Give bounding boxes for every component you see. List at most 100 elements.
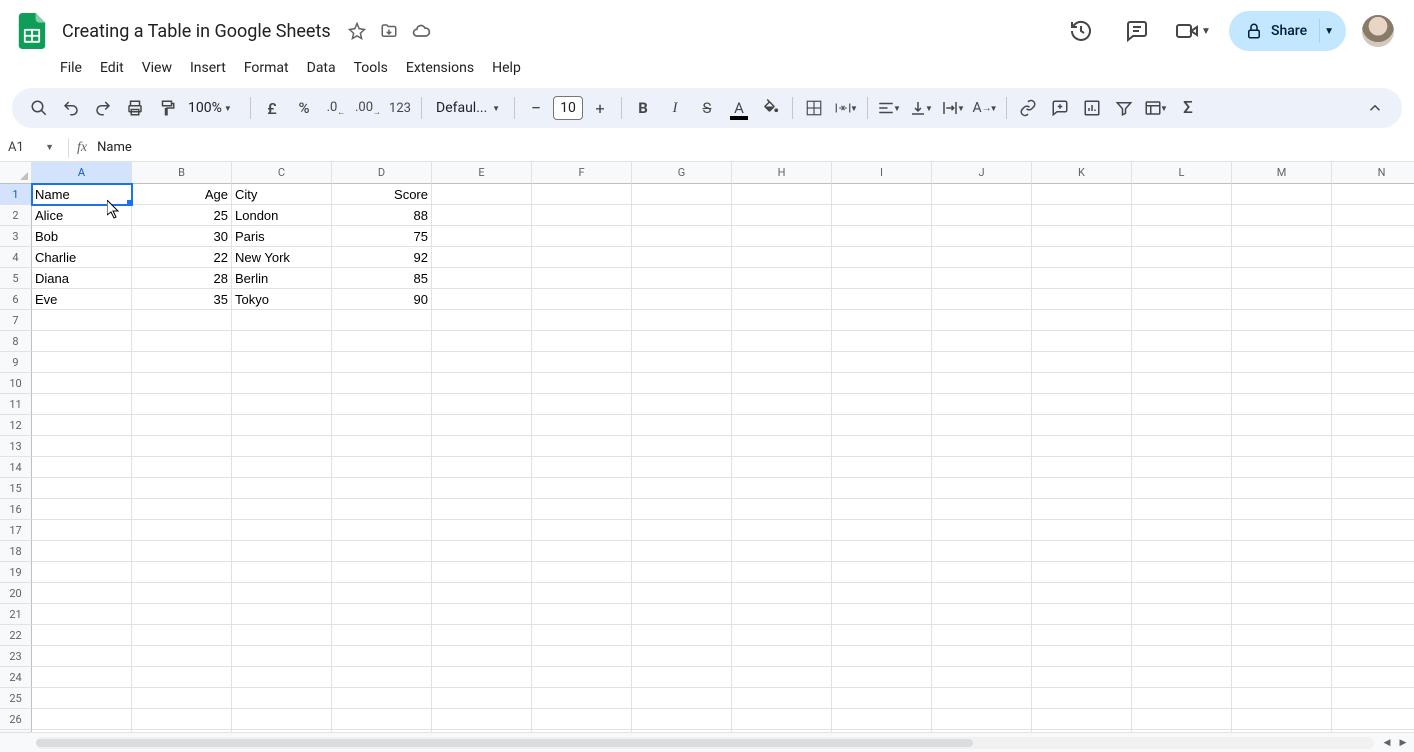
cell[interactable] — [1332, 520, 1414, 541]
fill-color-icon[interactable] — [756, 93, 786, 123]
cell[interactable] — [1132, 604, 1232, 625]
cell[interactable] — [132, 415, 232, 436]
cell[interactable] — [1132, 205, 1232, 226]
cell[interactable] — [432, 688, 532, 709]
cell[interactable] — [1232, 352, 1332, 373]
cell[interactable] — [632, 205, 732, 226]
row-header[interactable]: 12 — [0, 415, 32, 436]
cell[interactable] — [1232, 562, 1332, 583]
cell[interactable] — [1032, 667, 1132, 688]
cell[interactable] — [232, 541, 332, 562]
cell[interactable] — [1232, 625, 1332, 646]
cell[interactable] — [932, 352, 1032, 373]
cell[interactable] — [1232, 478, 1332, 499]
text-wrap-icon[interactable]: ▼ — [938, 93, 968, 123]
row-header[interactable]: 11 — [0, 394, 32, 415]
cell[interactable] — [832, 352, 932, 373]
cell[interactable] — [332, 604, 432, 625]
cell[interactable] — [1332, 247, 1414, 268]
cell[interactable] — [632, 436, 732, 457]
cell[interactable] — [732, 247, 832, 268]
collapse-toolbar-icon[interactable] — [1360, 93, 1390, 123]
cell[interactable] — [232, 667, 332, 688]
cell[interactable] — [132, 604, 232, 625]
cell[interactable] — [732, 499, 832, 520]
cell[interactable] — [1332, 226, 1414, 247]
cell[interactable] — [232, 562, 332, 583]
cell[interactable] — [1232, 247, 1332, 268]
cell[interactable] — [432, 583, 532, 604]
cell[interactable] — [832, 247, 932, 268]
cell[interactable] — [732, 226, 832, 247]
cell[interactable] — [832, 373, 932, 394]
row-header[interactable]: 5 — [0, 268, 32, 289]
cell[interactable]: Diana — [32, 268, 132, 289]
cell[interactable] — [1232, 709, 1332, 730]
cell[interactable] — [732, 604, 832, 625]
cell[interactable] — [32, 415, 132, 436]
cell[interactable] — [1332, 478, 1414, 499]
cell[interactable] — [1232, 289, 1332, 310]
cell[interactable]: London — [232, 205, 332, 226]
column-header[interactable]: C — [232, 162, 332, 184]
cell[interactable] — [1032, 415, 1132, 436]
cell[interactable] — [332, 373, 432, 394]
cell[interactable] — [832, 310, 932, 331]
cell[interactable] — [32, 373, 132, 394]
cell[interactable] — [632, 289, 732, 310]
menu-format[interactable]: Format — [236, 56, 297, 80]
cell[interactable] — [932, 499, 1032, 520]
cell[interactable] — [332, 457, 432, 478]
menu-file[interactable]: File — [52, 56, 90, 80]
more-formats-icon[interactable]: 123 — [385, 93, 415, 123]
row-header[interactable]: 17 — [0, 520, 32, 541]
cell[interactable] — [732, 457, 832, 478]
currency-pound-icon[interactable]: £ — [257, 93, 287, 123]
cell[interactable] — [1132, 709, 1232, 730]
cell[interactable] — [432, 520, 532, 541]
cell[interactable]: Charlie — [32, 247, 132, 268]
cell[interactable] — [532, 646, 632, 667]
cell[interactable] — [832, 436, 932, 457]
strikethrough-icon[interactable]: S — [692, 93, 722, 123]
cell[interactable] — [932, 373, 1032, 394]
cell[interactable] — [1332, 583, 1414, 604]
cell[interactable] — [1032, 646, 1132, 667]
cell[interactable] — [832, 541, 932, 562]
row-header[interactable]: 19 — [0, 562, 32, 583]
column-header[interactable]: K — [1032, 162, 1132, 184]
cell[interactable]: Alice — [32, 205, 132, 226]
cell[interactable] — [332, 478, 432, 499]
cell[interactable] — [32, 709, 132, 730]
cell[interactable] — [932, 688, 1032, 709]
cell[interactable] — [232, 331, 332, 352]
cell[interactable] — [1132, 562, 1232, 583]
cell[interactable] — [1132, 352, 1232, 373]
cell[interactable]: Paris — [232, 226, 332, 247]
cell[interactable] — [1032, 604, 1132, 625]
row-header[interactable]: 6 — [0, 289, 32, 310]
cell[interactable] — [832, 625, 932, 646]
cell[interactable] — [532, 625, 632, 646]
cell[interactable] — [632, 310, 732, 331]
cell[interactable] — [432, 247, 532, 268]
cell[interactable] — [932, 247, 1032, 268]
cell[interactable] — [732, 373, 832, 394]
cell[interactable] — [932, 625, 1032, 646]
table-view-icon[interactable]: ▼ — [1141, 93, 1171, 123]
cell[interactable] — [432, 310, 532, 331]
cell[interactable] — [132, 541, 232, 562]
cell[interactable] — [732, 709, 832, 730]
cell[interactable] — [532, 289, 632, 310]
cell[interactable] — [1132, 583, 1232, 604]
cell[interactable] — [1232, 457, 1332, 478]
cell[interactable] — [332, 688, 432, 709]
row-header[interactable]: 18 — [0, 541, 32, 562]
insert-link-icon[interactable] — [1013, 93, 1043, 123]
cell[interactable] — [1032, 436, 1132, 457]
cell[interactable] — [32, 331, 132, 352]
cell[interactable] — [332, 562, 432, 583]
cell[interactable] — [532, 709, 632, 730]
menu-insert[interactable]: Insert — [182, 56, 234, 80]
cell[interactable] — [132, 394, 232, 415]
